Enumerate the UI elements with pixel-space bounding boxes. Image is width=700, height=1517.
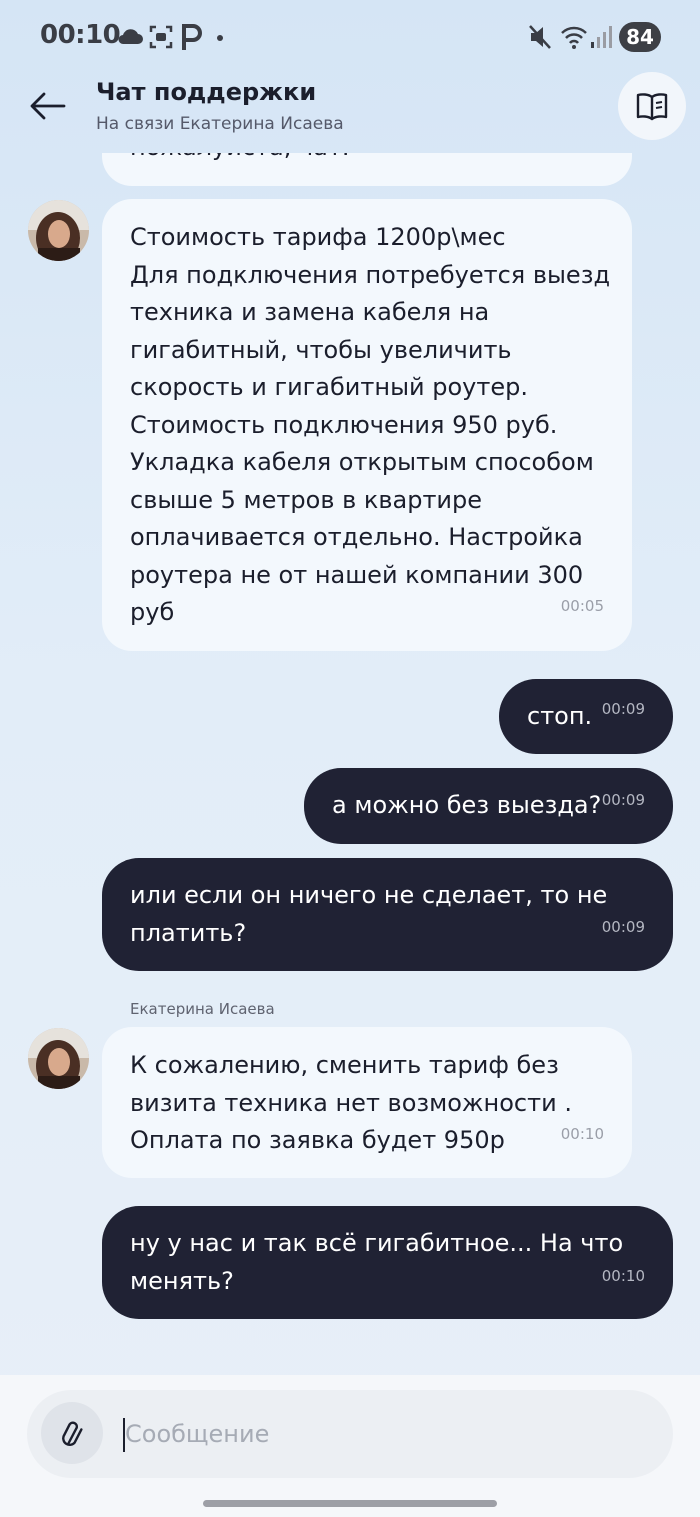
message-time: 00:09 [601, 917, 645, 936]
message-text: стоп. [527, 702, 593, 730]
message-bubble-outgoing[interactable]: а можно без выезда? 00:09 [304, 768, 673, 844]
composer-bar [0, 1375, 700, 1517]
back-button[interactable] [28, 90, 68, 122]
message-time: 00:05 [561, 153, 604, 164]
signal-icon [591, 26, 612, 48]
composer-field[interactable] [27, 1390, 673, 1478]
chat-subtitle: На связи Екатерина Исаева [96, 114, 344, 134]
attach-button[interactable] [41, 1402, 103, 1464]
message-time: 00:10 [601, 1266, 645, 1285]
agent-avatar [28, 1028, 89, 1089]
message-input[interactable] [123, 1410, 645, 1458]
message-time: 00:10 [560, 1124, 604, 1143]
message-text: а можно без выезда? [332, 791, 602, 819]
cloud-icon [118, 29, 143, 44]
message-bubble-outgoing[interactable]: или если он ничего не сделает, то не пла… [102, 858, 673, 971]
message-text: ну у нас и так всё гигабитное... На что … [130, 1229, 624, 1295]
status-time: 00:10 [40, 20, 121, 50]
message-bubble-incoming[interactable]: Стоимость тарифа 1200р\мес Для подключен… [102, 199, 632, 651]
chat-title: Чат поддержки [96, 78, 317, 106]
message-list[interactable]: пожалуйста, чат. 00:05 Стоимость тарифа … [0, 153, 700, 1375]
agent-avatar [28, 200, 89, 261]
paperclip-icon [62, 1421, 83, 1447]
mute-icon [529, 25, 551, 49]
dot-icon [217, 35, 223, 41]
message-time: 00:09 [601, 790, 645, 809]
message-text: или если он ничего не сделает, то не пла… [130, 881, 608, 947]
message-bubble-incoming[interactable]: К сожалению, сменить тариф без визита те… [102, 1027, 632, 1178]
message-bubble-outgoing[interactable]: стоп. 00:09 [499, 679, 673, 754]
message-time: 00:05 [560, 596, 604, 615]
message-text: Стоимость тарифа 1200р\мес Для подключен… [130, 223, 611, 626]
message-text: К сожалению, сменить тариф без визита те… [130, 1051, 572, 1154]
battery-indicator: 84 [619, 22, 661, 52]
avatar-image [28, 1028, 89, 1089]
message-text: пожалуйста, чат. [130, 153, 349, 167]
chat-header: Чат поддержки На связи Екатерина Исаева [0, 72, 700, 154]
knowledge-base-button[interactable] [618, 72, 686, 140]
message-bubble-outgoing[interactable]: ну у нас и так всё гигабитное... На что … [102, 1206, 673, 1319]
p-app-icon [182, 24, 202, 50]
status-bar: 00:10 84 [0, 0, 700, 74]
message-time: 00:09 [601, 699, 645, 718]
arrow-left-icon [30, 92, 66, 120]
home-indicator[interactable] [203, 1500, 497, 1507]
sender-name: Екатерина Исаева [130, 1000, 275, 1018]
message-bubble-incoming[interactable]: пожалуйста, чат. 00:05 [102, 153, 632, 186]
book-icon [636, 93, 668, 121]
avatar-image [28, 200, 89, 261]
wifi-icon [561, 26, 587, 49]
screen-capture-icon [149, 25, 173, 49]
